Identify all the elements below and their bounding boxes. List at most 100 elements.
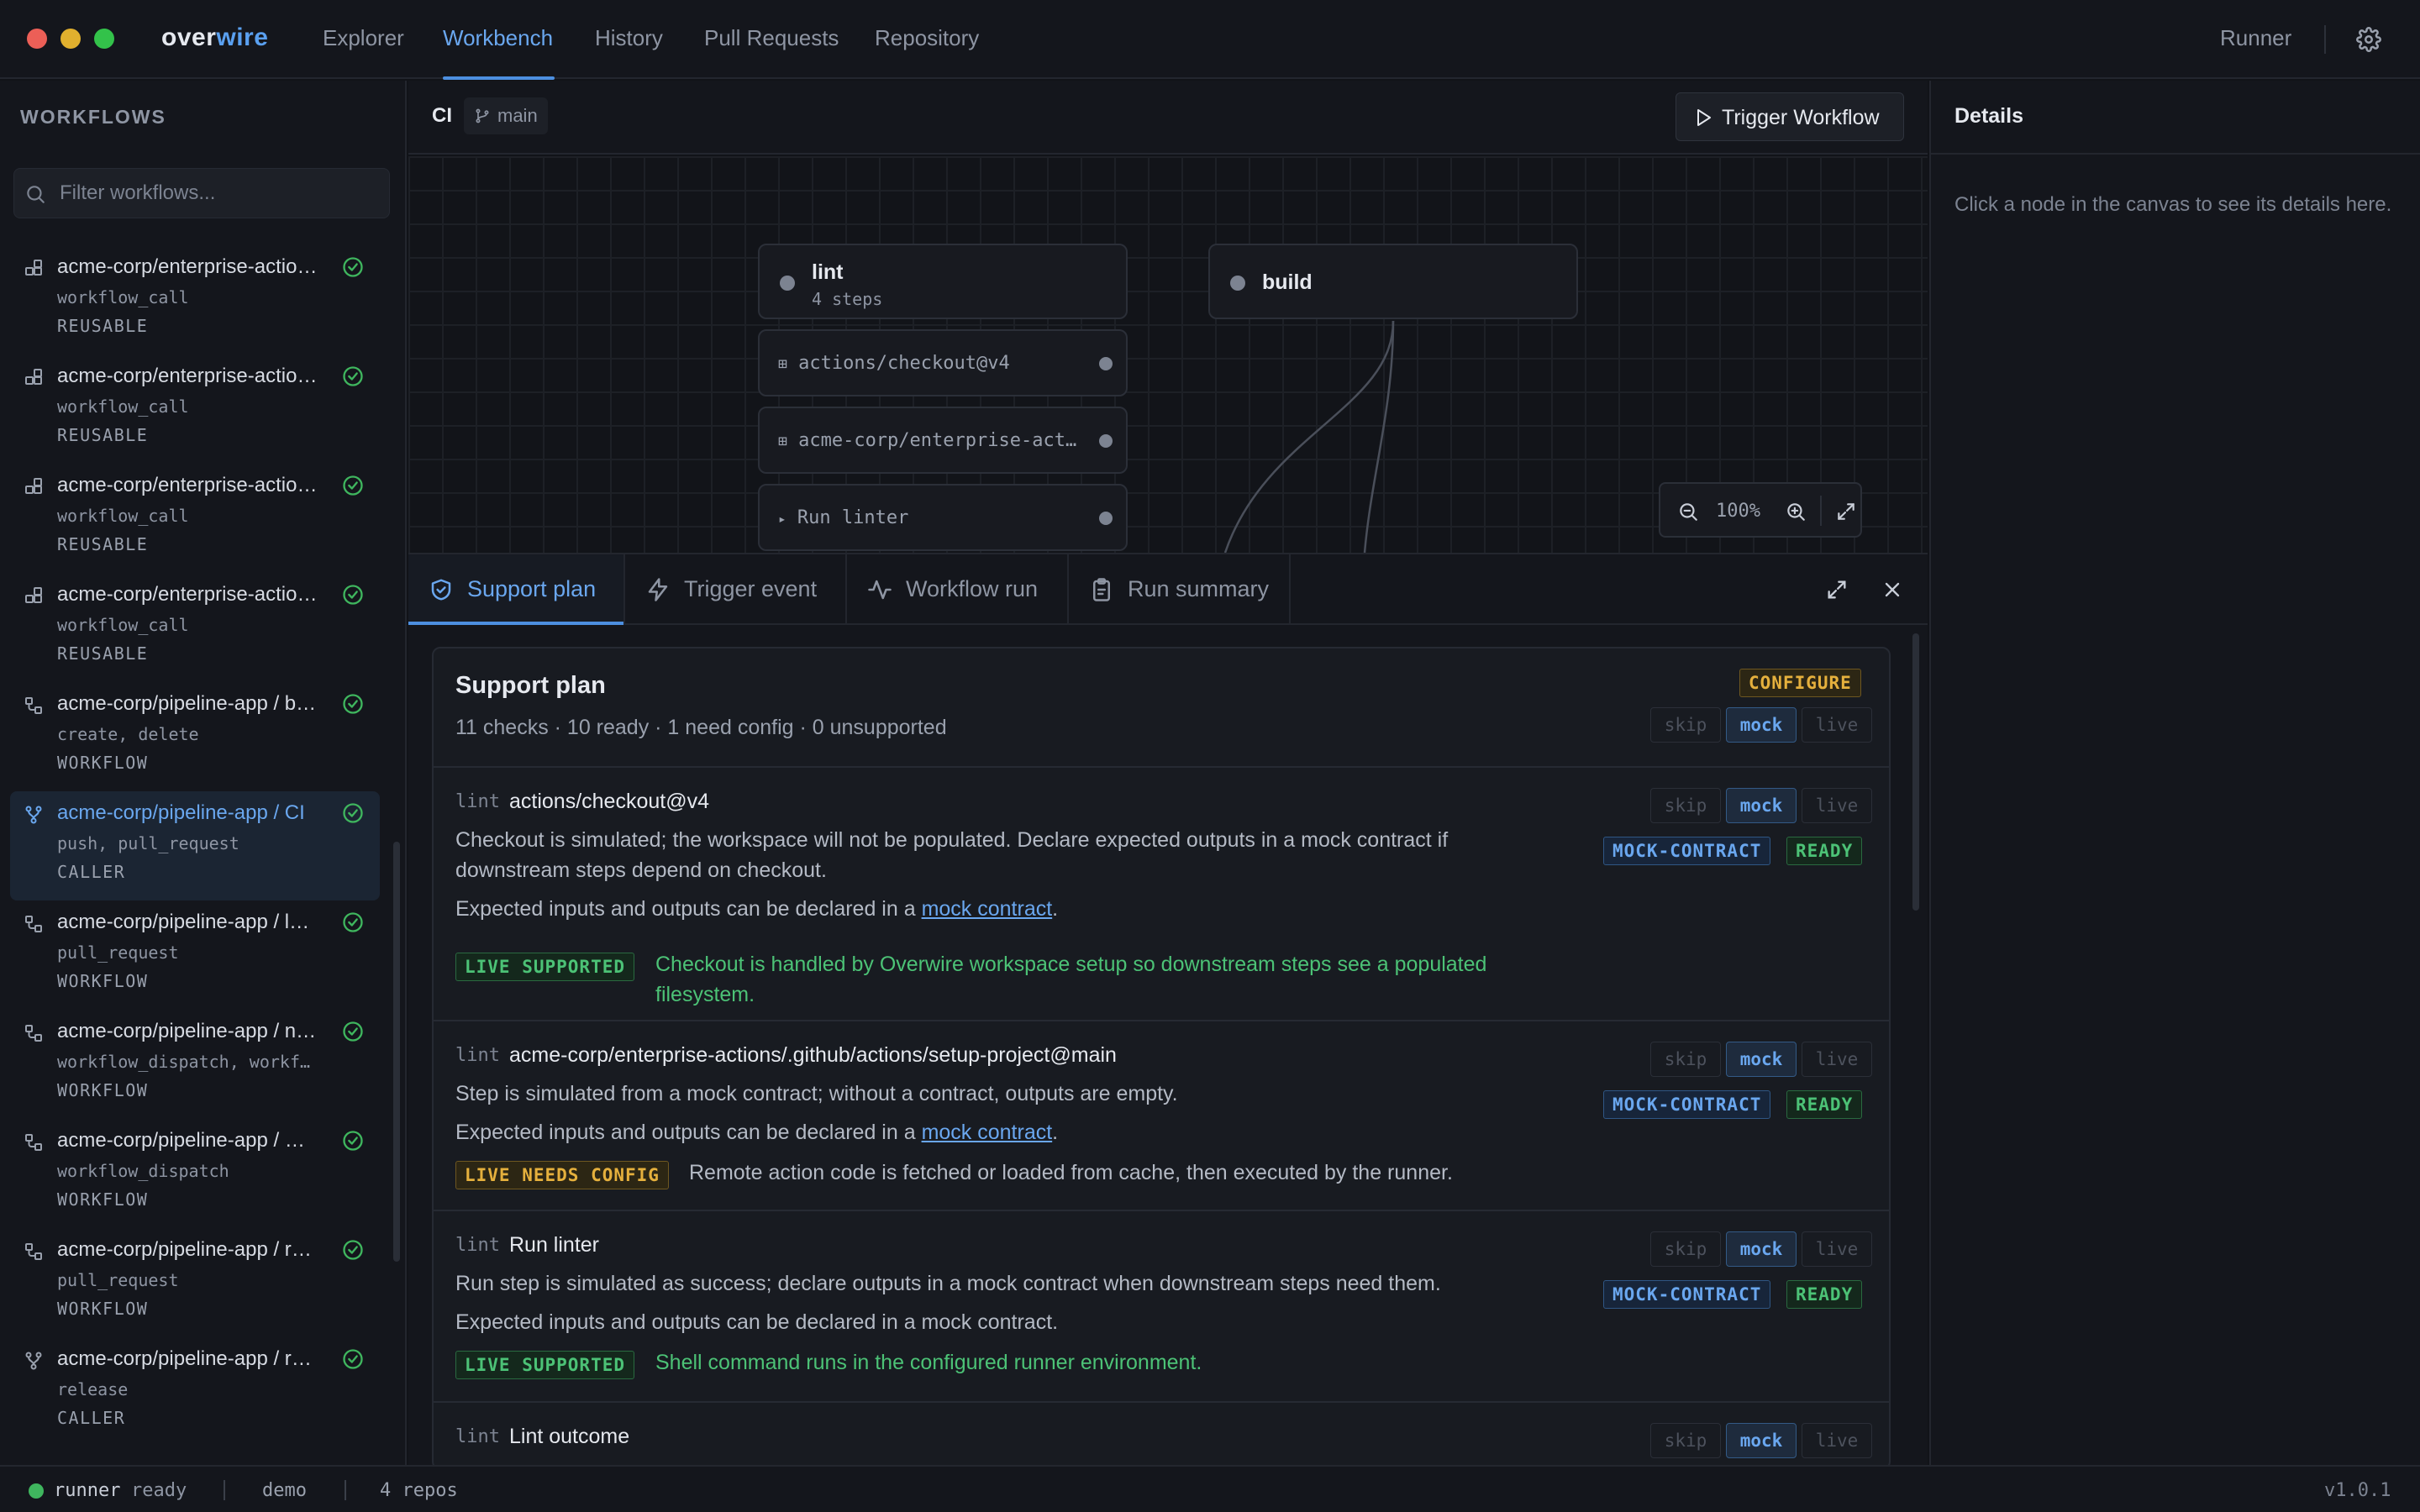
expand-panel-icon[interactable]: [1825, 578, 1849, 601]
step-node-checkout[interactable]: ⊞ actions/checkout@v4: [758, 329, 1128, 396]
job-node-lint[interactable]: lint 4 steps: [758, 244, 1128, 319]
check-mode-selector: skip mock live: [1650, 1042, 1872, 1077]
mode-live-button[interactable]: live: [1802, 1042, 1872, 1077]
tab-workflow-run[interactable]: Workflow run: [847, 554, 1069, 623]
trigger-workflow-button[interactable]: Trigger Workflow: [1676, 92, 1904, 141]
panel-tabs: Support plan Trigger event Workflow run …: [408, 554, 1928, 625]
check-job: lint: [455, 1235, 500, 1256]
zoom-controls: 100%: [1659, 482, 1862, 538]
divider: [2324, 25, 2326, 54]
mode-skip-button[interactable]: skip: [1650, 788, 1721, 823]
workflow-name: acme-corp/pipeline-app / review: [57, 1238, 318, 1261]
workflow-list-item[interactable]: acme-corp/pipeline-app / branches create,…: [10, 682, 380, 791]
job-status-dot: [1230, 276, 1245, 291]
workflow-canvas[interactable]: lint 4 steps build ⊞ actions/checkout@v4…: [408, 156, 1928, 553]
minimize-window-button[interactable]: [60, 29, 81, 49]
workflow-list-item[interactable]: acme-corp/pipeline-app / nightly workflow…: [10, 1010, 380, 1119]
workflow-list-item[interactable]: acme-corp/enterprise-actions/.github/wor…: [10, 354, 380, 464]
play-icon: [1697, 109, 1711, 126]
tab-trigger-event[interactable]: Trigger event: [625, 554, 847, 623]
mode-skip-button[interactable]: skip: [1650, 1423, 1721, 1458]
workflow-name: acme-corp/enterprise-actions/.github/wor…: [57, 474, 318, 496]
activity-icon: [868, 580, 892, 600]
runner-button[interactable]: Runner: [2220, 25, 2291, 51]
filter-workflows-input[interactable]: [60, 169, 379, 218]
check-circle-icon: [341, 1020, 365, 1043]
mode-skip-button[interactable]: skip: [1650, 707, 1721, 743]
branch-chip[interactable]: main: [464, 97, 548, 134]
job-title: lint: [812, 260, 844, 284]
maximize-window-button[interactable]: [94, 29, 114, 49]
top-bar: overwire Explorer Workbench History Pull…: [0, 0, 2420, 80]
status-bar: runner ready demo 4 repos v1.0.1: [0, 1465, 2420, 1512]
mode-mock-button[interactable]: mock: [1726, 1042, 1797, 1077]
workflow-list-item[interactable]: acme-corp/pipeline-app / manual workflow_…: [10, 1119, 380, 1228]
step-node-setup-project[interactable]: ⊞ acme-corp/enterprise-actions/.github/a…: [758, 407, 1128, 474]
mode-live-button[interactable]: live: [1802, 707, 1872, 743]
mode-skip-button[interactable]: skip: [1650, 1231, 1721, 1267]
runner-status-dot: [29, 1483, 44, 1499]
workflow-name: acme-corp/pipeline-app / branches: [57, 692, 318, 715]
check-circle-icon: [341, 692, 365, 716]
workflow-list-item[interactable]: acme-corp/enterprise-actions/.github/wor…: [10, 464, 380, 573]
mode-mock-button[interactable]: mock: [1726, 1423, 1797, 1458]
step-node-run-linter[interactable]: ▸ Run linter: [758, 484, 1128, 551]
caller-icon: [24, 1351, 44, 1371]
nav-tab-repository[interactable]: Repository: [875, 25, 979, 51]
check-circle-icon: [341, 474, 365, 497]
mock-contract-badge: MOCK-CONTRACT: [1603, 1280, 1771, 1309]
check-job: lint: [455, 791, 500, 812]
search-icon: [24, 183, 46, 205]
workflow-kind: REUSABLE: [57, 425, 149, 445]
mock-contract-link[interactable]: mock contract: [922, 1121, 1053, 1144]
workflow-list-item[interactable]: acme-corp/enterprise-actions/.github/wor…: [10, 573, 380, 682]
mode-live-button[interactable]: live: [1802, 1231, 1872, 1267]
workflow-list-item[interactable]: acme-corp/pipeline-app / labeler pull_req…: [10, 900, 380, 1010]
workflow-list-item[interactable]: acme-corp/pipeline-app / review pull_requ…: [10, 1228, 380, 1337]
bottom-panel: Support plan Trigger event Workflow run …: [408, 553, 1928, 1470]
workflow-trigger: pull_request: [57, 1270, 179, 1290]
tab-run-summary[interactable]: Run summary: [1069, 554, 1291, 623]
check-row: lint acme-corp/enterprise-actions/.githu…: [434, 1020, 1889, 1210]
mode-live-button[interactable]: live: [1802, 788, 1872, 823]
sidebar-scrollbar[interactable]: [393, 842, 400, 1262]
fit-view-icon[interactable]: [1835, 501, 1857, 522]
tab-support-plan[interactable]: Support plan: [408, 554, 625, 625]
lightning-icon: [648, 578, 668, 601]
workflow-name: acme-corp/enterprise-actions/.github/wor…: [57, 365, 318, 387]
nav-tab-workbench[interactable]: Workbench: [443, 25, 553, 51]
workflow-list-item[interactable]: acme-corp/pipeline-app / CI push, pull_re…: [10, 791, 380, 900]
runner-label: runner: [54, 1480, 121, 1501]
close-panel-icon[interactable]: [1881, 578, 1904, 601]
panel-scrollbar[interactable]: [1912, 633, 1919, 911]
workflow-trigger: workflow_call: [57, 396, 189, 417]
nav-tab-explorer[interactable]: Explorer: [323, 25, 404, 51]
check-hint: Expected inputs and outputs can be decla…: [455, 1121, 1059, 1144]
mode-mock-button[interactable]: mock: [1726, 707, 1797, 743]
mode-skip-button[interactable]: skip: [1650, 1042, 1721, 1077]
check-circle-icon: [341, 1129, 365, 1152]
close-window-button[interactable]: [27, 29, 47, 49]
workflow-name: CI: [432, 104, 452, 127]
job-node-build[interactable]: build: [1208, 244, 1578, 319]
nav-tab-history[interactable]: History: [595, 25, 663, 51]
workflow-list-item[interactable]: acme-corp/enterprise-actions/.github/wor…: [10, 245, 380, 354]
mode-mock-button[interactable]: mock: [1726, 788, 1797, 823]
check-row: lint Lint outcome skip mock live: [434, 1401, 1889, 1468]
workflow-list-item[interactable]: acme-corp/pipeline-app / release release C…: [10, 1337, 380, 1446]
gear-icon[interactable]: [2356, 27, 2381, 52]
check-mode-selector: skip mock live: [1650, 1231, 1872, 1267]
mock-contract-link[interactable]: mock contract: [922, 897, 1053, 921]
live-note: Checkout is handled by Overwire workspac…: [655, 953, 1487, 1006]
mode-mock-button[interactable]: mock: [1726, 1231, 1797, 1267]
step-port: [1099, 512, 1113, 525]
live-note: Shell command runs in the configured run…: [655, 1351, 1202, 1374]
workflow-trigger: push, pull_request: [57, 833, 239, 853]
run-icon: ▸: [778, 511, 786, 527]
sidebar-title: WORKFLOWS: [20, 106, 166, 128]
support-plan-summary: 11 checks · 10 ready · 1 need config · 0…: [455, 716, 947, 739]
mode-live-button[interactable]: live: [1802, 1423, 1872, 1458]
nav-tab-pull-requests[interactable]: Pull Requests: [704, 25, 839, 51]
zoom-in-icon[interactable]: [1785, 501, 1807, 522]
zoom-out-icon[interactable]: [1677, 501, 1699, 522]
